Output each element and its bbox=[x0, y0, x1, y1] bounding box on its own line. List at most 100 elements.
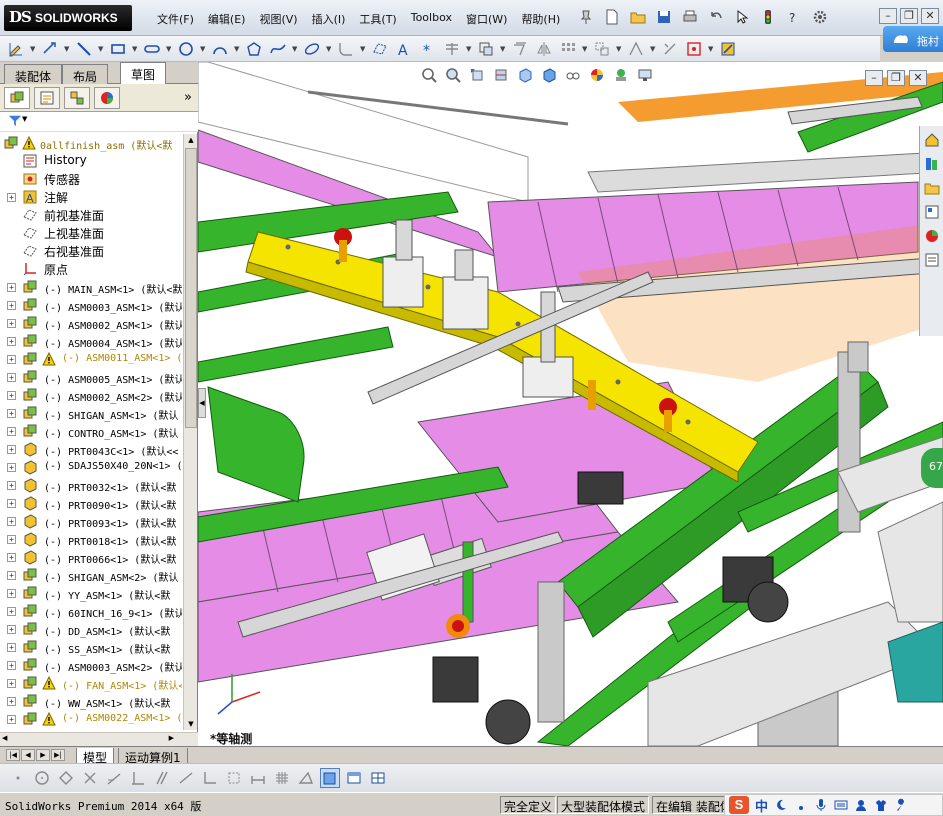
tree-item[interactable]: + (-) SDAJS50X40_20N<1> ( bbox=[0, 458, 182, 476]
expand-plus-icon[interactable]: + bbox=[7, 625, 16, 634]
tab-layout[interactable]: 布局 bbox=[62, 64, 109, 84]
rectangle-button[interactable] bbox=[108, 39, 128, 59]
tree-item[interactable]: + (-) PRT0032<1> (默认<默 bbox=[0, 476, 182, 494]
tree-item[interactable]: + (-) SHIGAN_ASM<1> (默认 bbox=[0, 404, 182, 422]
tree-item[interactable]: + (-) WW_ASM<1> (默认<默 bbox=[0, 692, 182, 710]
tree-item[interactable]: + (-) FAN_ASM<1> (默认< bbox=[0, 674, 182, 692]
tree-item[interactable]: + (-) PRT0093<1> (默认<默 bbox=[0, 512, 182, 530]
expand-plus-icon[interactable]: + bbox=[7, 337, 16, 346]
edit-appearance-button[interactable] bbox=[588, 66, 606, 84]
tree-item[interactable]: + (-) CONTRO_ASM<1> (默认 bbox=[0, 422, 182, 440]
dropdown-arrow-icon[interactable]: ▼ bbox=[166, 45, 172, 53]
expand-plus-icon[interactable]: + bbox=[7, 481, 16, 490]
intersection-button[interactable] bbox=[80, 768, 100, 788]
microphone-icon[interactable] bbox=[814, 798, 828, 812]
single-view-button[interactable] bbox=[344, 768, 364, 788]
expand-plus-icon[interactable]: + bbox=[7, 661, 16, 670]
circle-button[interactable] bbox=[176, 39, 196, 59]
expand-plus-icon[interactable]: + bbox=[7, 355, 16, 364]
move-entities-button[interactable] bbox=[592, 39, 612, 59]
tree-root-assembly[interactable]: 0allfinish_asm (默认<默 bbox=[0, 134, 182, 152]
property-manager-tab[interactable] bbox=[34, 86, 60, 109]
display-manager-tab[interactable] bbox=[94, 86, 120, 109]
prev-tab-icon[interactable]: ◀ bbox=[21, 749, 35, 761]
next-tab-icon[interactable]: ▶ bbox=[36, 749, 50, 761]
dropdown-arrow-icon[interactable]: ▼ bbox=[582, 45, 588, 53]
mirror-button[interactable] bbox=[534, 39, 554, 59]
filter-bar[interactable]: ▼ bbox=[0, 112, 198, 132]
repair-sketch-button[interactable] bbox=[660, 39, 680, 59]
dropdown-arrow-icon[interactable]: ▼ bbox=[500, 45, 506, 53]
expand-plus-icon[interactable]: + bbox=[7, 463, 16, 472]
last-tab-icon[interactable]: ▶| bbox=[51, 749, 65, 761]
display-mode-button[interactable] bbox=[320, 768, 340, 788]
new-button[interactable] bbox=[601, 7, 623, 27]
angle-button[interactable] bbox=[200, 768, 220, 788]
select-button[interactable] bbox=[731, 7, 753, 27]
viewport-restore-button[interactable]: ❐ bbox=[887, 70, 905, 86]
tangent-button[interactable] bbox=[104, 768, 124, 788]
tree-item[interactable]: + (-) ASM0002_ASM<2> (默认 bbox=[0, 386, 182, 404]
performance-badge[interactable]: 67 bbox=[921, 448, 943, 488]
keyboard-icon[interactable] bbox=[834, 798, 848, 812]
scroll-up-icon[interactable]: ▲ bbox=[185, 134, 197, 146]
tree-item[interactable]: History bbox=[0, 152, 182, 170]
menu-toolbox[interactable]: Toolbox bbox=[404, 11, 459, 27]
spline-button[interactable] bbox=[268, 39, 288, 59]
offset-button[interactable] bbox=[510, 39, 530, 59]
filter-dropdown-icon[interactable]: ▼ bbox=[22, 115, 27, 123]
polygon-button[interactable] bbox=[56, 768, 76, 788]
polygon-button[interactable] bbox=[244, 39, 264, 59]
tree-item[interactable]: 原点 bbox=[0, 260, 182, 278]
close-button[interactable]: ✕ bbox=[921, 8, 939, 24]
expand-plus-icon[interactable]: + bbox=[7, 535, 16, 544]
dropdown-arrow-icon[interactable]: ▼ bbox=[650, 45, 656, 53]
tab-sketch[interactable]: 草图 bbox=[120, 62, 167, 85]
dropdown-arrow-icon[interactable]: ▼ bbox=[616, 45, 622, 53]
dropdown-arrow-icon[interactable]: ▼ bbox=[30, 45, 36, 53]
solidworks-logo[interactable]: DS SOLIDWORKS bbox=[4, 5, 132, 31]
dropdown-arrow-icon[interactable]: ▼ bbox=[708, 45, 714, 53]
tree-item[interactable]: + (-) PRT0018<1> (默认<默 bbox=[0, 530, 182, 548]
smart-dimension-button[interactable] bbox=[40, 39, 60, 59]
menu-edit[interactable]: 编辑(E) bbox=[201, 11, 253, 27]
pin-button[interactable] bbox=[575, 7, 597, 27]
dropdown-arrow-icon[interactable]: ▼ bbox=[132, 45, 138, 53]
minimize-button[interactable]: – bbox=[879, 8, 897, 24]
expand-plus-icon[interactable]: + bbox=[7, 445, 16, 454]
tree-item[interactable]: + (-) ASM0011_ASM<1> ( bbox=[0, 350, 182, 368]
tree-item[interactable]: + (-) MAIN_ASM<1> (默认<默 bbox=[0, 278, 182, 296]
dropdown-arrow-icon[interactable]: ▼ bbox=[64, 45, 70, 53]
skin-shirt-icon[interactable] bbox=[874, 798, 888, 812]
trim-button[interactable] bbox=[442, 39, 462, 59]
zoom-area-button[interactable] bbox=[444, 66, 462, 84]
wrench-icon[interactable] bbox=[894, 798, 908, 812]
menu-help[interactable]: 帮助(H) bbox=[514, 11, 567, 27]
open-button[interactable] bbox=[627, 7, 649, 27]
line-button[interactable] bbox=[74, 39, 94, 59]
dropdown-arrow-icon[interactable]: ▼ bbox=[98, 45, 104, 53]
point-button[interactable] bbox=[8, 768, 28, 788]
menu-file[interactable]: 文件(F) bbox=[150, 11, 201, 27]
view-settings-button[interactable] bbox=[636, 66, 654, 84]
sogou-logo-icon[interactable]: S bbox=[729, 796, 749, 814]
tree-item[interactable]: + (-) DD_ASM<1> (默认<默 bbox=[0, 620, 182, 638]
expand-plus-icon[interactable]: + bbox=[7, 643, 16, 652]
help-options-button[interactable]: ? bbox=[783, 7, 805, 27]
tree-item[interactable]: + (-) ASM0022_ASM<1> ( bbox=[0, 710, 182, 728]
tree-item[interactable]: 右视基准面 bbox=[0, 242, 182, 260]
slot-button[interactable] bbox=[142, 39, 162, 59]
dimension-button[interactable] bbox=[248, 768, 268, 788]
viewport-close-button[interactable]: ✕ bbox=[909, 70, 927, 86]
menu-window[interactable]: 窗口(W) bbox=[459, 11, 514, 27]
punctuation-icon[interactable] bbox=[794, 798, 808, 812]
expand-plus-icon[interactable]: + bbox=[7, 517, 16, 526]
dropdown-arrow-icon[interactable]: ▼ bbox=[292, 45, 298, 53]
moon-icon[interactable] bbox=[774, 798, 788, 812]
panel-collapse-handle[interactable]: ◀ bbox=[198, 388, 206, 418]
two-view-button[interactable] bbox=[368, 768, 388, 788]
sketch-button[interactable] bbox=[6, 39, 26, 59]
quick-snaps-button[interactable] bbox=[684, 39, 704, 59]
undo-button[interactable] bbox=[705, 7, 727, 27]
menu-tools[interactable]: 工具(T) bbox=[352, 11, 403, 27]
